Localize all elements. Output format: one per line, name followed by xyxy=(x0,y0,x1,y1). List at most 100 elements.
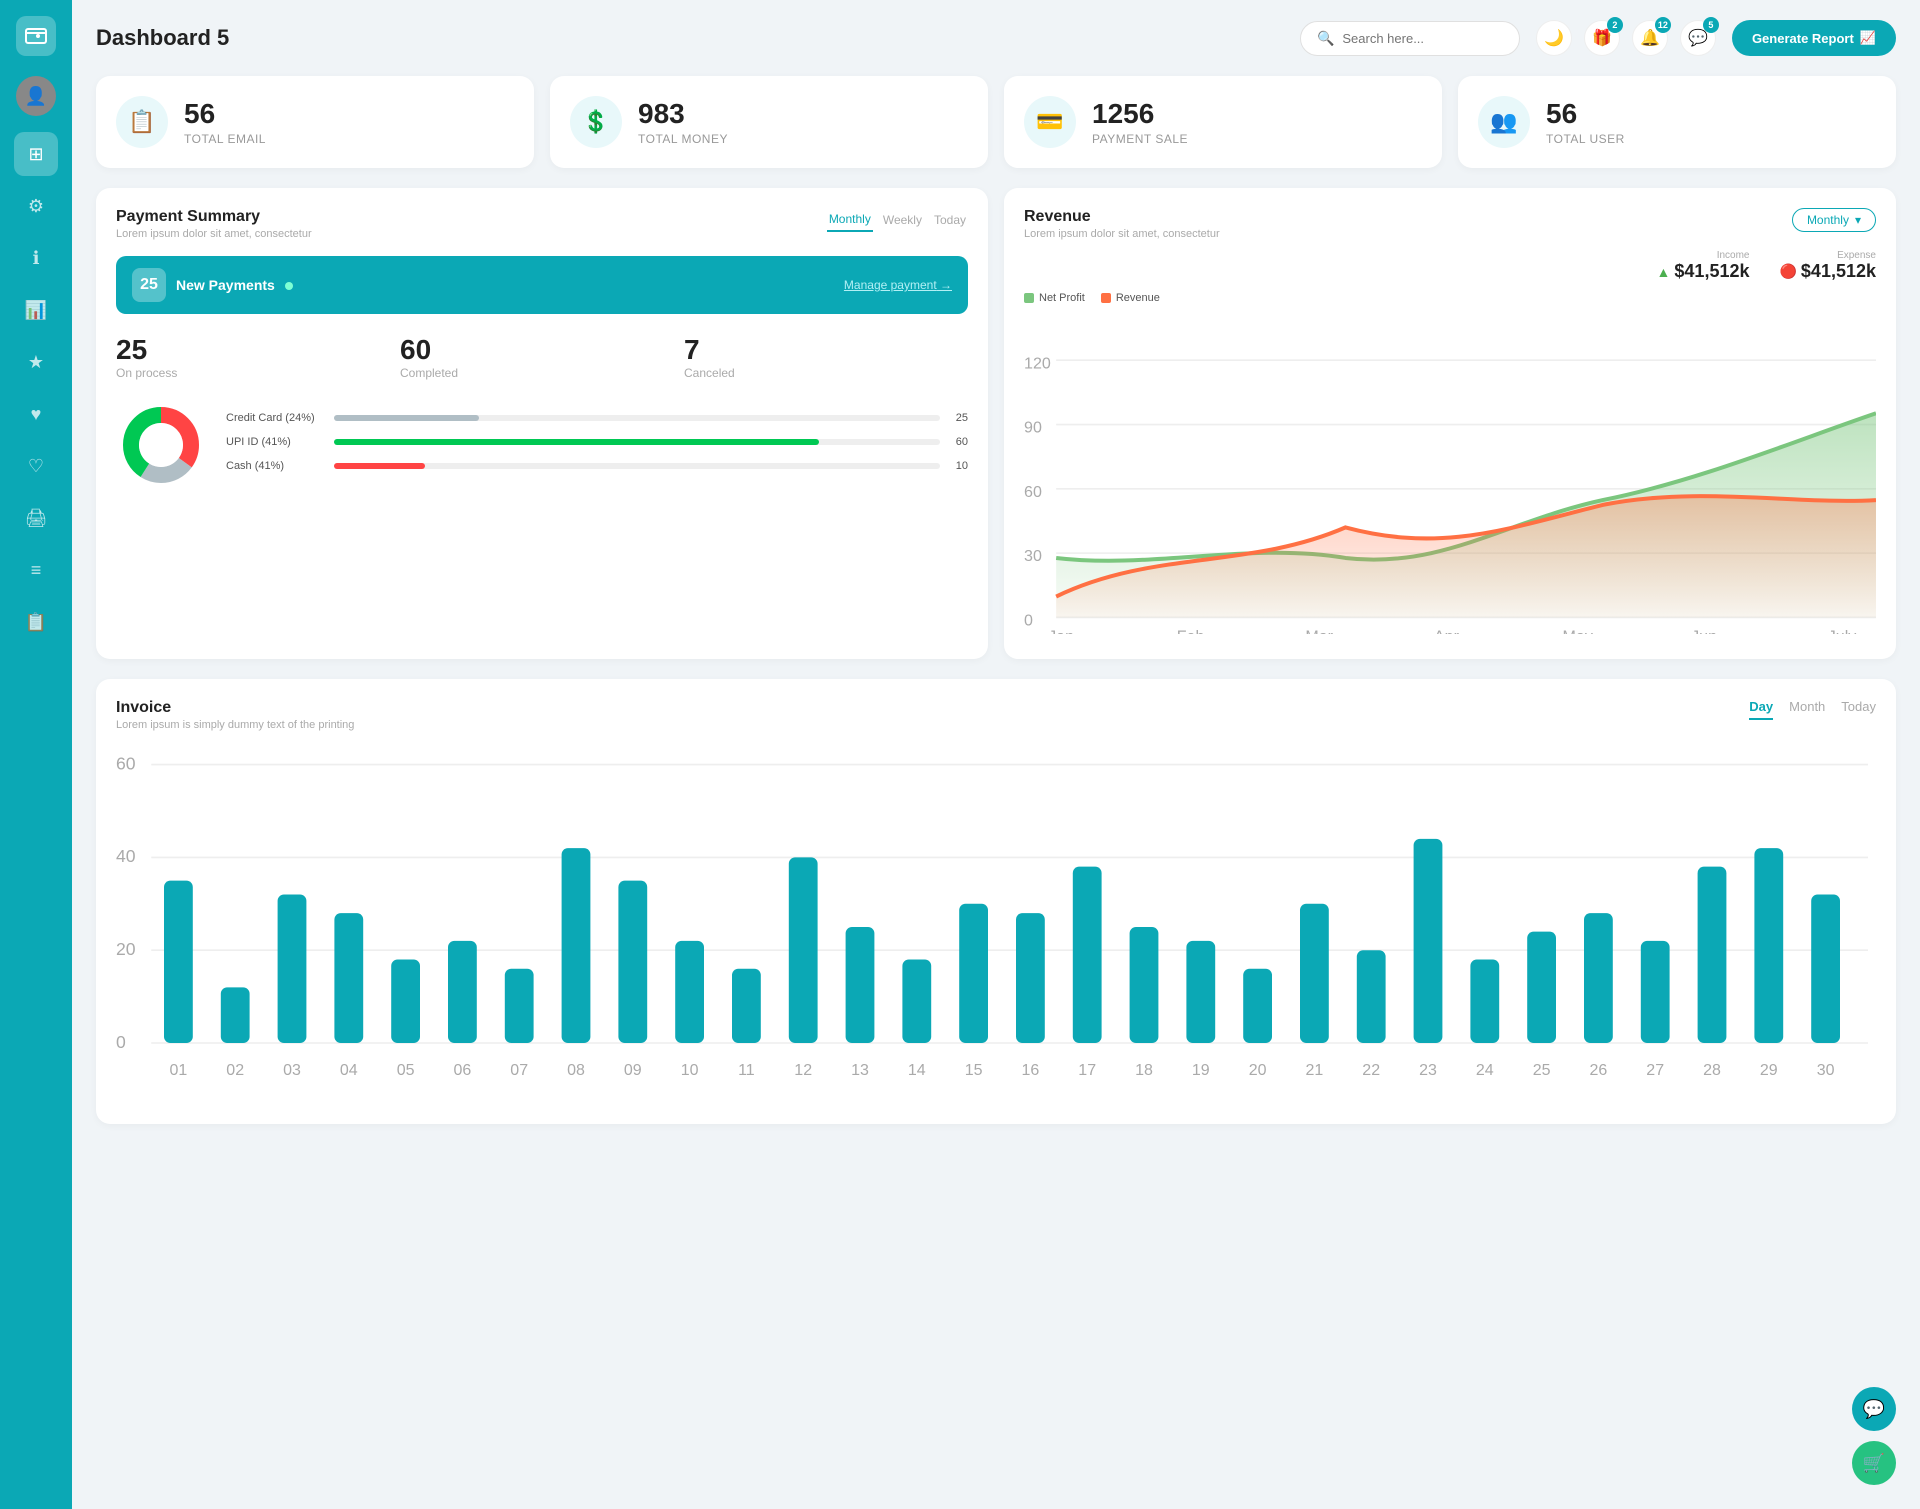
tab-weekly[interactable]: Weekly xyxy=(881,208,924,232)
svg-text:0: 0 xyxy=(116,1031,126,1051)
stat-card-email: 📋 56 TOTAL EMAIL xyxy=(96,76,534,168)
invoice-bar-label: 23 xyxy=(1419,1062,1437,1079)
generate-report-button[interactable]: Generate Report 📈 xyxy=(1732,20,1896,56)
legend-revenue: Revenue xyxy=(1101,292,1160,304)
fab-support[interactable]: 💬 xyxy=(1852,1387,1896,1431)
chevron-down-icon: ▾ xyxy=(1855,213,1861,227)
invoice-bar xyxy=(1073,866,1102,1042)
payment-stats-3col: 25 On process 60 Completed 7 Canceled xyxy=(116,334,968,380)
moon-icon-btn[interactable]: 🌙 xyxy=(1536,20,1572,56)
payment-summary-card: Payment Summary Lorem ipsum dolor sit am… xyxy=(96,188,988,659)
sidebar-item-info[interactable]: ℹ xyxy=(14,236,58,280)
svg-text:0: 0 xyxy=(1024,611,1033,629)
fab-cart[interactable]: 🛒 xyxy=(1852,1441,1896,1485)
header: Dashboard 5 🔍 🌙 🎁 2 🔔 12 💬 5 Generate Re… xyxy=(96,20,1896,56)
sidebar-item-analytics[interactable]: 📊 xyxy=(14,288,58,332)
svg-text:Apr: Apr xyxy=(1434,628,1460,634)
stat-completed-val: 60 xyxy=(400,334,684,366)
stat-email-info: 56 TOTAL EMAIL xyxy=(184,98,266,146)
stat-payment-label: PAYMENT SALE xyxy=(1092,132,1188,146)
prog-cash-bar xyxy=(334,463,425,469)
invoice-title-group: Invoice Lorem ipsum is simply dummy text… xyxy=(116,699,354,731)
prog-upi-bar xyxy=(334,439,819,445)
sidebar-item-dashboard[interactable]: ⊞ xyxy=(14,132,58,176)
bell-icon-btn[interactable]: 🔔 12 xyxy=(1632,20,1668,56)
sidebar-item-print[interactable]: 🖨 xyxy=(14,496,58,540)
bar-chart-icon: 📈 xyxy=(1860,30,1876,46)
new-payments-label: New Payments xyxy=(176,277,293,293)
sidebar-item-star[interactable]: ★ xyxy=(14,340,58,384)
prog-cc-label: Credit Card (24%) xyxy=(226,412,326,424)
prog-upi-bar-bg xyxy=(334,439,940,445)
gift-badge: 2 xyxy=(1607,17,1623,33)
revenue-monthly-dropdown[interactable]: Monthly ▾ xyxy=(1792,208,1876,232)
expense-value: 🔴 $41,512k xyxy=(1779,261,1876,282)
payment-summary-tabs: Monthly Weekly Today xyxy=(827,208,968,232)
invoice-tab-today[interactable]: Today xyxy=(1841,699,1876,720)
stats-row: 📋 56 TOTAL EMAIL 💲 983 TOTAL MONEY 💳 125… xyxy=(96,76,1896,168)
middle-row: Payment Summary Lorem ipsum dolor sit am… xyxy=(96,188,1896,659)
invoice-tab-day[interactable]: Day xyxy=(1749,699,1773,720)
sidebar-item-heart[interactable]: ♥ xyxy=(14,392,58,436)
invoice-bar-label: 30 xyxy=(1817,1062,1835,1079)
invoice-bar xyxy=(562,848,591,1043)
avatar[interactable]: 👤 xyxy=(16,76,56,116)
sidebar-item-settings[interactable]: ⚙ xyxy=(14,184,58,228)
stat-onprocess-label: On process xyxy=(116,366,400,380)
page-title: Dashboard 5 xyxy=(96,25,1284,51)
chat-badge: 5 xyxy=(1703,17,1719,33)
gift-icon-btn[interactable]: 🎁 2 xyxy=(1584,20,1620,56)
prog-cash: Cash (41%) 10 xyxy=(226,460,968,472)
payment-summary-subtitle: Lorem ipsum dolor sit amet, consectetur xyxy=(116,228,312,240)
invoice-bar-label: 26 xyxy=(1590,1062,1608,1079)
sidebar-item-list[interactable]: 📋 xyxy=(14,600,58,644)
legend-revenue-dot xyxy=(1101,293,1111,303)
invoice-bar xyxy=(334,913,363,1043)
invoice-bar xyxy=(221,987,250,1043)
sidebar-item-menu[interactable]: ≡ xyxy=(14,548,58,592)
revenue-title: Revenue xyxy=(1024,208,1220,226)
manage-payment-link[interactable]: Manage payment → xyxy=(844,278,952,292)
invoice-bar xyxy=(1016,913,1045,1043)
sidebar-logo[interactable] xyxy=(16,16,56,56)
user-icon: 👥 xyxy=(1478,96,1530,148)
sidebar-item-heart2[interactable]: ♡ xyxy=(14,444,58,488)
invoice-bar-label: 09 xyxy=(624,1062,642,1079)
money-icon: 💲 xyxy=(570,96,622,148)
search-input[interactable] xyxy=(1342,31,1503,46)
chat-icon-btn[interactable]: 💬 5 xyxy=(1680,20,1716,56)
invoice-bar xyxy=(278,894,307,1042)
svg-text:30: 30 xyxy=(1024,547,1042,565)
invoice-bar-label: 07 xyxy=(510,1062,528,1079)
invoice-bar-label: 14 xyxy=(908,1062,926,1079)
invoice-bar-label: 28 xyxy=(1703,1062,1721,1079)
invoice-bar xyxy=(1130,927,1159,1043)
stat-completed-label: Completed xyxy=(400,366,684,380)
invoice-bar-label: 08 xyxy=(567,1062,585,1079)
invoice-bar-label: 25 xyxy=(1533,1062,1551,1079)
income-label: Income xyxy=(1657,250,1750,261)
legend-net-profit: Net Profit xyxy=(1024,292,1085,304)
fab-wrap: 💬 🛒 xyxy=(1852,1387,1896,1485)
prog-cash-bar-bg xyxy=(334,463,940,469)
sidebar: 👤 ⊞ ⚙ ℹ 📊 ★ ♥ ♡ 🖨 ≡ 📋 xyxy=(0,0,72,1509)
invoice-bar-label: 05 xyxy=(397,1062,415,1079)
svg-text:60: 60 xyxy=(1024,483,1042,501)
svg-text:July: July xyxy=(1828,628,1857,634)
progress-list: Credit Card (24%) 25 UPI ID (41%) 60 xyxy=(226,412,968,484)
prog-cash-val: 10 xyxy=(948,460,968,472)
generate-report-label: Generate Report xyxy=(1752,31,1854,46)
invoice-bar-label: 21 xyxy=(1306,1062,1324,1079)
expense-icon: 🔴 xyxy=(1779,263,1796,280)
invoice-bar-chart: 0 20 40 60 01020304050607080910111213141… xyxy=(116,747,1876,1104)
income-arrow-icon: ▲ xyxy=(1657,264,1671,280)
tab-monthly[interactable]: Monthly xyxy=(827,208,873,232)
stat-canceled-label: Canceled xyxy=(684,366,968,380)
income-value: ▲ $41,512k xyxy=(1657,261,1750,282)
invoice-tab-month[interactable]: Month xyxy=(1789,699,1825,720)
payment-summary-header: Payment Summary Lorem ipsum dolor sit am… xyxy=(116,208,968,240)
search-box[interactable]: 🔍 xyxy=(1300,21,1520,56)
invoice-bar xyxy=(902,959,931,1043)
invoice-bar xyxy=(391,959,420,1043)
tab-today[interactable]: Today xyxy=(932,208,968,232)
